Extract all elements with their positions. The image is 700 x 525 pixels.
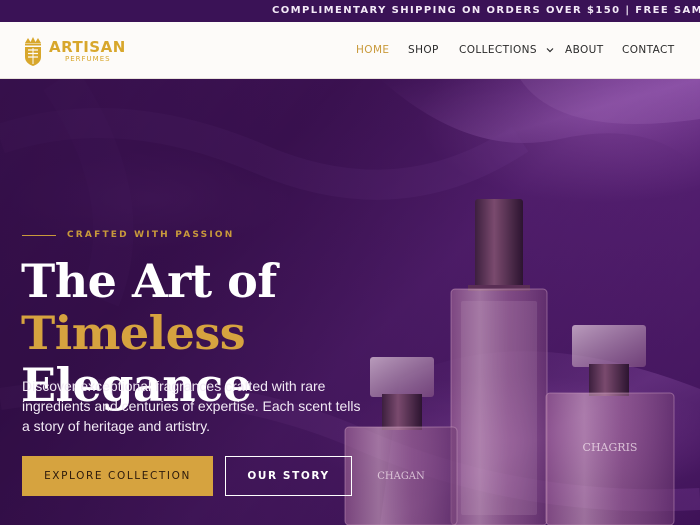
eyebrow-divider — [22, 234, 56, 236]
our-story-button[interactable]: OUR STORY — [225, 456, 352, 496]
nav-contact[interactable]: CONTACT — [622, 44, 675, 56]
nav-shop[interactable]: SHOP — [408, 44, 439, 56]
hero-description: Discover exceptional fragrances crafted … — [22, 378, 361, 434]
hero-eyebrow: CRAFTED WITH PASSION — [22, 230, 234, 240]
crown-shield-icon — [25, 37, 41, 66]
nav-collections[interactable]: COLLECTIONS — [459, 44, 554, 56]
announcement-text: COMPLIMENTARY SHIPPING ON ORDERS OVER $1… — [272, 5, 700, 16]
headline-line1: The Art of — [21, 254, 277, 308]
nav-home[interactable]: HOME — [356, 44, 389, 56]
brand-name: ARTISAN — [49, 37, 126, 56]
chevron-down-icon — [546, 48, 554, 53]
explore-collection-button[interactable]: EXPLORE COLLECTION — [22, 456, 213, 496]
site-header: ARTISAN PERFUMES HOME SHOP COLLECTIONS A… — [0, 22, 700, 79]
eyebrow-text: CRAFTED WITH PASSION — [67, 230, 235, 240]
nav-about[interactable]: ABOUT — [565, 44, 604, 56]
bottle-label-right: CHAGRIS — [583, 441, 638, 454]
nav-collections-label: COLLECTIONS — [459, 44, 537, 56]
bottle-label-left: CHAGAN — [377, 471, 425, 482]
brand-subtitle: PERFUMES — [65, 54, 111, 63]
announcement-bar: COMPLIMENTARY SHIPPING ON ORDERS OVER $1… — [0, 0, 700, 22]
headline-gold-word: Timeless — [21, 306, 246, 360]
brand-logo[interactable]: ARTISAN PERFUMES — [22, 33, 126, 69]
hero-section: CHAGAN CHAGRIS CRAFTED WITH PASSION The … — [0, 79, 700, 525]
